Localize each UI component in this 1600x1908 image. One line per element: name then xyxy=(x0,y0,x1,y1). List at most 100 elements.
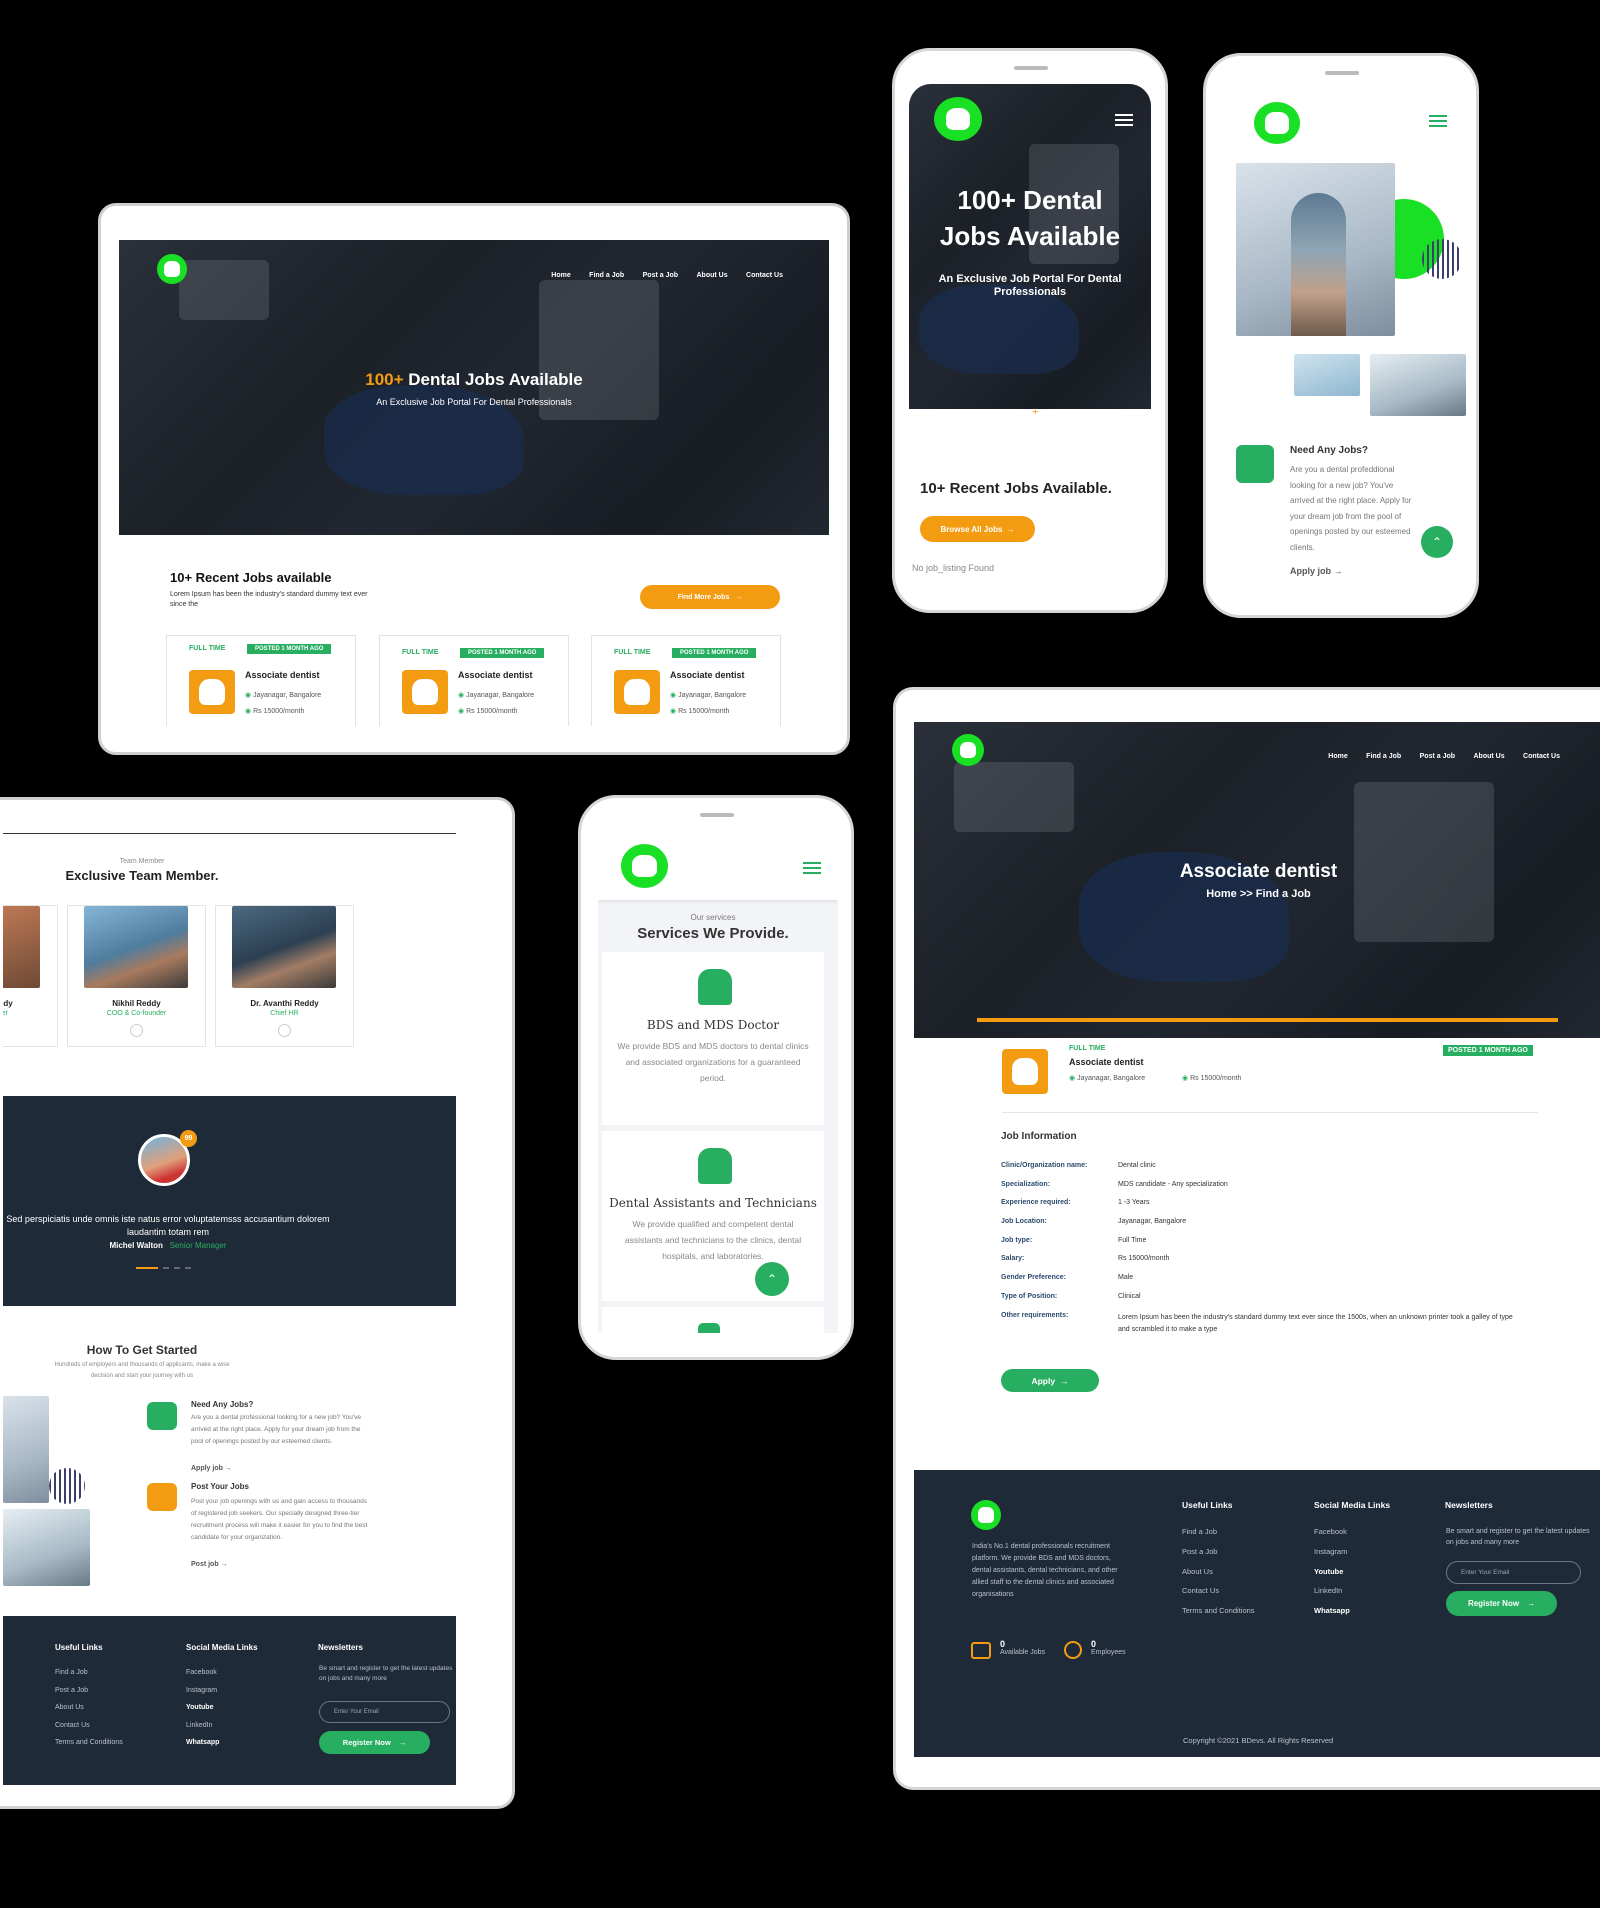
desktop-mockup: Home Find a Job Post a Job About Us Cont… xyxy=(893,687,1600,1790)
brand-logo[interactable] xyxy=(1254,102,1300,144)
info-value: 1 -3 Years xyxy=(1118,1199,1150,1207)
youtube-link[interactable]: Youtube xyxy=(1314,1562,1350,1582)
scroll-to-top-button[interactable]: ⌃ xyxy=(1421,526,1453,558)
footer-about: India's No.1 dental professionals recrui… xyxy=(972,1543,1118,1598)
location-pin-icon: ◉ xyxy=(1069,1075,1078,1082)
nav-find-job[interactable]: Find a Job xyxy=(589,272,624,279)
footer-link[interactable]: About Us xyxy=(1182,1562,1255,1582)
hamburger-menu-icon[interactable] xyxy=(1115,114,1133,126)
job-title[interactable]: Associate dentist xyxy=(245,670,320,680)
team-kicker: Team Member xyxy=(119,858,165,865)
trophy-icon xyxy=(147,1402,177,1430)
member-photo xyxy=(3,906,40,988)
nav-post-job[interactable]: Post a Job xyxy=(643,272,678,279)
nav-about[interactable]: About Us xyxy=(696,272,727,279)
linkedin-icon[interactable] xyxy=(278,1024,291,1037)
hero-subtitle: An Exclusive Job Portal For Dental Profe… xyxy=(376,397,572,407)
arrow-right-icon: → xyxy=(1333,566,1343,576)
register-now-button[interactable]: Register Now → xyxy=(1446,1591,1557,1616)
team-member-card[interactable]: Dr. Avanthi Reddy Chief HR xyxy=(215,905,354,1047)
job-card[interactable]: FULL TIME POSTED 1 MONTH AGO Associate d… xyxy=(379,635,569,726)
linkedin-icon[interactable] xyxy=(130,1024,143,1037)
footer-link[interactable]: About Us xyxy=(55,1699,123,1717)
instagram-link[interactable]: Instagram xyxy=(186,1682,219,1700)
apply-job-link[interactable]: Apply job → xyxy=(1290,566,1343,576)
member-name: Dr. Avanthi Reddy xyxy=(250,999,319,1008)
footer-link[interactable]: Contact Us xyxy=(55,1717,123,1735)
facebook-link[interactable]: Facebook xyxy=(1314,1522,1350,1542)
businessman-photo xyxy=(1236,163,1395,336)
apply-button[interactable]: Apply → xyxy=(1001,1369,1099,1392)
nav-home[interactable]: Home xyxy=(1328,753,1347,760)
linkedin-link[interactable]: LinkedIn xyxy=(186,1717,219,1735)
brand-logo[interactable] xyxy=(157,254,187,284)
nav-post-job[interactable]: Post a Job xyxy=(1420,753,1455,760)
card-divider xyxy=(1002,1112,1538,1113)
browse-all-jobs-button[interactable]: Browse All Jobs → xyxy=(920,516,1035,542)
service-desc: We provide BDS and MDS doctors to dental… xyxy=(617,1041,809,1083)
register-now-button[interactable]: Register Now → xyxy=(319,1731,430,1754)
member-role: Chief HR xyxy=(270,1010,299,1017)
job-card[interactable]: FULL TIME POSTED 1 MONTH AGO Associate d… xyxy=(166,635,356,726)
whatsapp-link[interactable]: Whatsapp xyxy=(1314,1601,1350,1621)
newsletter-email-input[interactable]: Enter Your Email xyxy=(319,1701,450,1723)
newsletter-desc: Be smart and register to get the latest … xyxy=(1446,1528,1590,1546)
carousel-dots[interactable] xyxy=(136,1267,196,1269)
newsletter-heading: Newsletters xyxy=(1445,1500,1493,1510)
nav-find-job[interactable]: Find a Job xyxy=(1366,753,1401,760)
job-title[interactable]: Associate dentist xyxy=(458,670,533,680)
info-value: Jayanagar, Bangalore xyxy=(1118,1218,1187,1226)
nav-contact[interactable]: Contact Us xyxy=(1523,753,1560,760)
team-member-card[interactable]: eddy nder xyxy=(3,905,58,1047)
breadcrumb[interactable]: Home >> Find a Job xyxy=(914,888,1600,900)
service-card[interactable]: BDS and MDS Doctor We provide BDS and MD… xyxy=(602,952,824,1125)
info-value: Lorem Ipsum has been the industry's stan… xyxy=(1118,1313,1513,1333)
social-links-list: Facebook Instagram Youtube LinkedIn What… xyxy=(1314,1522,1350,1621)
scroll-to-top-button[interactable]: ⌃ xyxy=(755,1262,789,1296)
team-member-card[interactable]: Nikhil Reddy COO & Co-founder xyxy=(67,905,206,1047)
job-title[interactable]: Associate dentist xyxy=(670,670,745,680)
footer-link[interactable]: Terms and Conditions xyxy=(55,1734,123,1752)
footer-link[interactable]: Find a Job xyxy=(1182,1522,1255,1542)
desktop-screen: Home Find a Job Post a Job About Us Cont… xyxy=(914,722,1600,1785)
youtube-link[interactable]: Youtube xyxy=(186,1699,219,1717)
member-role: nder xyxy=(3,1010,9,1017)
nav-about[interactable]: About Us xyxy=(1473,753,1504,760)
hero-title: 100+ Dental Jobs Available xyxy=(365,370,583,389)
copyright: Copyright ©2021 BDevs. All Rights Reserv… xyxy=(1183,1736,1334,1745)
jobs-count: 0 xyxy=(1000,1639,1006,1649)
find-more-jobs-button[interactable]: Find More Jobs → xyxy=(640,585,780,609)
footer-link[interactable]: Post a Job xyxy=(55,1682,123,1700)
main-nav: Home Find a Job Post a Job About Us Cont… xyxy=(537,264,783,282)
info-key: Salary: xyxy=(1001,1255,1025,1263)
footer-link[interactable]: Find a Job xyxy=(55,1664,123,1682)
footer-link[interactable]: Terms and Conditions xyxy=(1182,1601,1255,1621)
useful-links-heading: Useful Links xyxy=(55,1643,103,1652)
tooth-icon xyxy=(164,261,180,277)
instagram-link[interactable]: Instagram xyxy=(1314,1542,1350,1562)
service-title: BDS and MDS Doctor xyxy=(646,1018,780,1032)
facebook-link[interactable]: Facebook xyxy=(186,1664,219,1682)
footer-logo[interactable] xyxy=(971,1500,1001,1530)
job-info-table: Clinic/Organization name: Dental clinic S… xyxy=(1001,1162,1541,1336)
whatsapp-link[interactable]: Whatsapp xyxy=(186,1734,219,1752)
footer: India's No.1 dental professionals recrui… xyxy=(914,1470,1600,1757)
brand-logo[interactable] xyxy=(934,97,982,141)
linkedin-link[interactable]: LinkedIn xyxy=(1314,1581,1350,1601)
hamburger-menu-icon[interactable] xyxy=(1429,115,1447,127)
post-job-link[interactable]: Post job → xyxy=(191,1561,228,1568)
hamburger-menu-icon[interactable] xyxy=(803,862,821,874)
apply-job-link[interactable]: Apply job → xyxy=(191,1465,232,1472)
footer-link[interactable]: Contact Us xyxy=(1182,1581,1255,1601)
testimonial-quote: Sed perspiciatis unde omnis iste natus e… xyxy=(6,1214,330,1237)
money-icon: ◉ xyxy=(245,708,254,715)
nav-home[interactable]: Home xyxy=(551,272,570,279)
phone-screen: 100+ Dental Jobs Available An Exclusive … xyxy=(909,84,1151,586)
footer-link[interactable]: Post a Job xyxy=(1182,1542,1255,1562)
nav-contact[interactable]: Contact Us xyxy=(746,272,783,279)
brand-logo[interactable] xyxy=(952,734,984,766)
brand-logo[interactable] xyxy=(621,844,668,888)
newsletter-email-input[interactable]: Enter Your Email xyxy=(1446,1561,1581,1584)
job-card[interactable]: FULL TIME POSTED 1 MONTH AGO Associate d… xyxy=(591,635,781,726)
service-card[interactable]: Dental Assistants and Technicians We pro… xyxy=(602,1131,824,1301)
